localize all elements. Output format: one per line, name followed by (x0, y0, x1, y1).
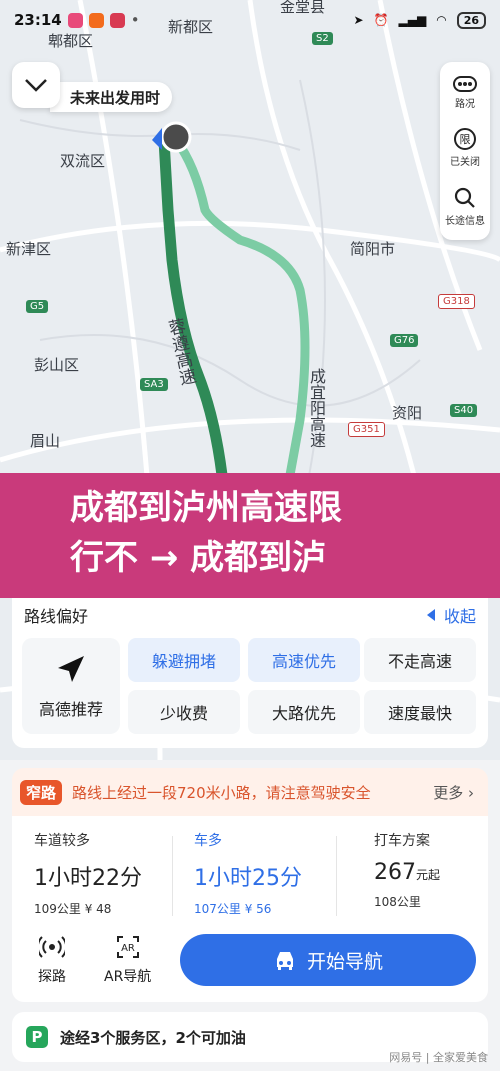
restriction-icon: 限 (454, 128, 476, 151)
broadcast-icon (39, 936, 65, 958)
road-tag: G351 (348, 422, 385, 437)
battery-indicator: 26 (456, 11, 486, 29)
explore-button[interactable]: 探路 (38, 934, 66, 986)
future-depart-button[interactable]: 未来出发用时 (50, 82, 173, 112)
wifi-icon: ◠ (436, 13, 447, 27)
narrow-road-warning[interactable]: 窄路 路线上经过一段720米小路，请注意驾驶安全 更多 › (12, 768, 488, 816)
parking-icon: P (26, 1026, 48, 1048)
watermark: 网易号 | 全家爱美食 (389, 1051, 488, 1064)
option-no-highway[interactable]: 不走高速 (364, 638, 476, 682)
recommend-option[interactable]: 高德推荐 (22, 638, 120, 734)
map-label: 双流区 (60, 152, 106, 170)
car-icon (276, 952, 293, 970)
ar-icon: AR (116, 936, 139, 958)
route-option-2[interactable]: 车多 1小时25分 107公里 ¥ 56 (194, 830, 302, 917)
option-highway-first[interactable]: 高速优先 (248, 638, 360, 682)
status-bar: 23:14 • ➤ ⏰ ▂▄▆ ◠ 26 (0, 0, 500, 40)
road-tag: SA3 (140, 378, 168, 391)
start-navigation-button[interactable]: 开始导航 (180, 934, 476, 986)
more-link[interactable]: 更多 › (433, 782, 474, 803)
more-dots-icon: • (130, 11, 140, 29)
map-label: 彭山区 (34, 356, 80, 374)
map-label: 资阳 (392, 404, 423, 422)
option-less-toll[interactable]: 少收费 (128, 690, 240, 734)
chevron-down-icon (25, 79, 47, 92)
collapse-button[interactable] (12, 62, 60, 108)
collapse-preference-button[interactable]: 收起 (426, 603, 476, 627)
svg-text:AR: AR (121, 943, 135, 954)
option-avoid-congestion[interactable]: 躲避拥堵 (128, 638, 240, 682)
app-notification-icon (67, 12, 83, 28)
status-time: 23:14 (14, 11, 62, 29)
road-tag: G318 (438, 294, 475, 309)
alarm-icon: ⏰ (373, 13, 389, 27)
road-tag: S40 (450, 404, 478, 417)
app-notification-icon (109, 12, 125, 28)
map-label: 新津区 (6, 240, 52, 258)
long-info-button[interactable]: 长途信息 (445, 186, 485, 227)
warning-badge: 窄路 (20, 779, 63, 805)
title-banner: 成都到泸州高速限 行不 → 成都到泸 (0, 473, 500, 598)
route-name-label: 成宜阳高速 (307, 368, 326, 448)
warning-text: 路线上经过一段720米小路，请注意驾驶安全 (72, 783, 371, 802)
divider (336, 836, 337, 916)
traffic-icon (453, 75, 477, 92)
option-main-road[interactable]: 大路优先 (248, 690, 360, 734)
banner-line: 行不 → 成都到泸 (70, 538, 327, 578)
navigation-arrow-icon (58, 656, 84, 682)
taxi-option[interactable]: 打车方案 267元起 108公里 (374, 830, 440, 910)
mi-app-icon (88, 12, 104, 28)
road-tag: G5 (26, 300, 49, 313)
restriction-button[interactable]: 限 已关闭 (450, 127, 480, 168)
route-option-1[interactable]: 车道较多 1小时22分 109公里 ¥ 48 (34, 830, 142, 917)
signal-icon: ▂▄▆ (398, 13, 427, 27)
location-icon: ➤ (353, 13, 364, 27)
option-fastest[interactable]: 速度最快 (364, 690, 476, 734)
caret-left-icon (426, 609, 435, 621)
map-label: 眉山 (30, 432, 61, 450)
route-options-card: 车道较多 1小时22分 109公里 ¥ 48 车多 1小时25分 107公里 ¥… (12, 816, 488, 1002)
start-marker (160, 121, 192, 153)
map-tool-panel: 路况 限 已关闭 长途信息 (440, 62, 490, 240)
ar-navigation-button[interactable]: AR AR导航 (104, 934, 151, 986)
svg-text:限: 限 (460, 133, 471, 146)
route-preference-panel: 路线偏好 收起 高德推荐 躲避拥堵 高速优先 不走高速 少收费 大路优先 速度最… (12, 598, 488, 748)
banner-line: 成都到泸州高速限 (70, 488, 342, 528)
divider (172, 836, 173, 916)
road-tag: G76 (390, 334, 419, 347)
search-icon (454, 188, 475, 208)
map-label: 简阳市 (350, 240, 396, 258)
traffic-button[interactable]: 路况 (453, 75, 477, 110)
preference-title: 路线偏好 (24, 607, 89, 626)
